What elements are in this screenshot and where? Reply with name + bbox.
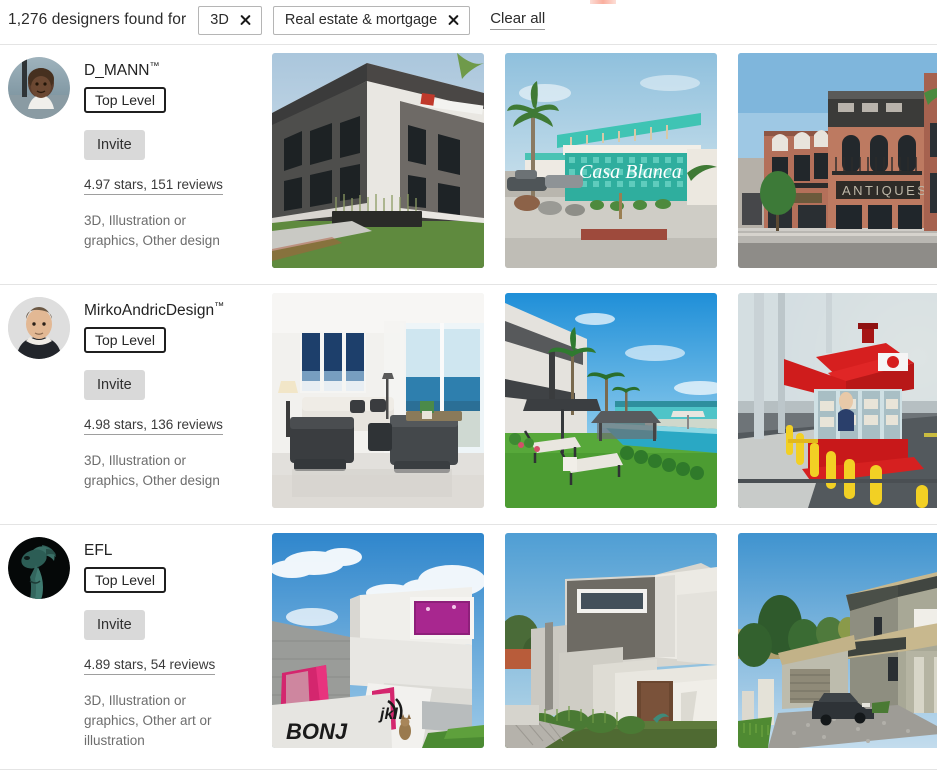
designer-info: D_MANN™ Top Level Invite 4.97 stars, 151…	[0, 45, 272, 268]
filter-chip-real-estate-mortgage[interactable]: Real estate & mortgage	[272, 5, 471, 35]
designer-info: MirkoAndricDesign™ Top Level Invite 4.98…	[0, 285, 272, 508]
designer-name[interactable]: MirkoAndricDesign™	[84, 297, 234, 320]
avatar[interactable]	[8, 537, 70, 599]
invite-button[interactable]: Invite	[84, 130, 145, 161]
status-badge: Top Level	[84, 327, 166, 354]
rating-link[interactable]: 4.89 stars, 54 reviews	[84, 657, 216, 676]
close-icon[interactable]	[239, 14, 252, 27]
skills-text: 3D, Illustration or graphics, Other desi…	[84, 213, 220, 249]
portfolio-item[interactable]	[505, 533, 717, 748]
svg-text:ANTIQUES: ANTIQUES	[842, 183, 928, 198]
filter-chip-3d[interactable]: 3D	[198, 5, 262, 35]
rating-link[interactable]: 4.98 stars, 136 reviews	[84, 417, 223, 436]
results-filter-bar: 1,276 designers found for 3D Real estate…	[0, 0, 937, 40]
portfolio-thumbnails: BONJ jkl	[272, 525, 937, 751]
svg-text:Casa Blanca: Casa Blanca	[579, 161, 682, 183]
search-results-page: 1,276 designers found for 3D Real estate…	[0, 0, 937, 782]
close-icon[interactable]	[447, 14, 460, 27]
status-badge: Top Level	[84, 567, 166, 594]
designer-name-text: MirkoAndricDesign	[84, 302, 215, 320]
trademark-symbol: ™	[214, 301, 225, 312]
portfolio-item[interactable]: Casa Blanca	[505, 53, 717, 268]
designer-name[interactable]: D_MANN™	[84, 57, 234, 80]
designer-name[interactable]: EFL	[84, 537, 234, 560]
portfolio-item[interactable]	[272, 53, 484, 268]
portfolio-item[interactable]	[272, 293, 484, 508]
invite-button[interactable]: Invite	[84, 370, 145, 401]
portfolio-item[interactable]	[738, 293, 937, 508]
designer-info: EFL Top Level Invite 4.89 stars, 54 revi…	[0, 525, 272, 751]
avatar[interactable]	[8, 297, 70, 359]
portfolio-thumbnails	[272, 285, 937, 508]
invite-button[interactable]: Invite	[84, 610, 145, 641]
list-bottom-divider	[0, 769, 937, 770]
portfolio-item[interactable]	[505, 293, 717, 508]
status-badge: Top Level	[84, 87, 166, 114]
results-count-label: 1,276 designers found for	[8, 11, 187, 28]
portfolio-item[interactable]: ANTIQUES	[738, 53, 937, 268]
clear-all-link[interactable]: Clear all	[490, 10, 546, 30]
designer-row: EFL Top Level Invite 4.89 stars, 54 revi…	[0, 524, 937, 751]
portfolio-thumbnails: Casa Blanca ANTIQUES	[272, 45, 937, 268]
skills-text: 3D, Illustration or graphics, Other desi…	[84, 453, 220, 489]
svg-text:BONJ: BONJ	[286, 719, 348, 744]
avatar[interactable]	[8, 57, 70, 119]
filter-chip-label: 3D	[210, 12, 229, 28]
designer-name-text: D_MANN	[84, 62, 150, 80]
portfolio-item[interactable]: BONJ jkl	[272, 533, 484, 748]
designer-row: D_MANN™ Top Level Invite 4.97 stars, 151…	[0, 44, 937, 268]
filter-chip-label: Real estate & mortgage	[284, 12, 438, 28]
trademark-symbol: ™	[149, 61, 160, 72]
designer-name-text: EFL	[84, 542, 113, 560]
designer-row: MirkoAndricDesign™ Top Level Invite 4.98…	[0, 284, 937, 508]
skills-text: 3D, Illustration or graphics, Other art …	[84, 693, 212, 749]
rating-link[interactable]: 4.97 stars, 151 reviews	[84, 177, 223, 196]
portfolio-item[interactable]	[738, 533, 937, 748]
